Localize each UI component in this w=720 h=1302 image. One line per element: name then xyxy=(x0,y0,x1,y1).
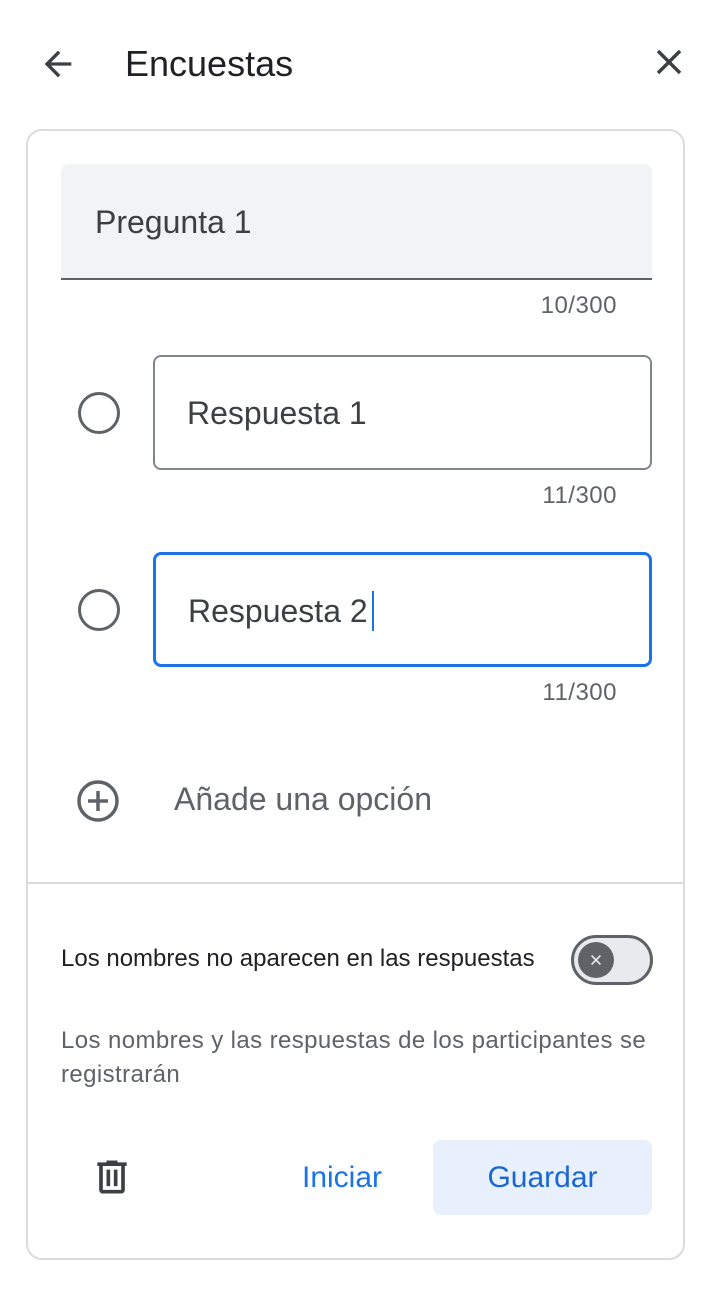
start-button[interactable]: Iniciar xyxy=(278,1141,406,1215)
poll-card: 10/300 11/300 11/300 Añade una opción Lo… xyxy=(26,129,685,1260)
question-char-counter: 10/300 xyxy=(540,292,617,319)
answer-1-field[interactable] xyxy=(153,355,652,470)
answer-1-radio xyxy=(78,392,120,434)
close-button[interactable] xyxy=(645,38,693,86)
anonymous-toggle[interactable] xyxy=(571,935,653,985)
section-divider xyxy=(28,882,683,884)
page-title: Encuestas xyxy=(125,43,294,84)
add-option-button[interactable]: Añade una opción xyxy=(76,777,636,825)
participants-info-text: Los nombres y las respuestas de los part… xyxy=(61,1027,647,1088)
anonymous-toggle-label: Los nombres no aparecen en las respuesta… xyxy=(61,945,535,972)
question-input[interactable] xyxy=(95,202,615,242)
answer-2-char-counter: 11/300 xyxy=(542,679,617,706)
close-small-icon xyxy=(591,955,601,965)
trash-icon xyxy=(97,1160,127,1194)
arrow-back-icon xyxy=(44,50,72,78)
toggle-knob xyxy=(578,942,614,978)
close-icon xyxy=(656,49,682,75)
app-header: Encuestas xyxy=(0,0,720,124)
question-field[interactable] xyxy=(61,164,652,280)
add-circle-icon xyxy=(77,780,119,822)
back-button[interactable] xyxy=(34,40,82,88)
answer-2-field[interactable] xyxy=(153,552,652,667)
answer-2-radio xyxy=(78,589,120,631)
save-button[interactable]: Guardar xyxy=(433,1140,652,1215)
answer-2-input[interactable] xyxy=(188,590,618,632)
answer-1-input[interactable] xyxy=(187,392,617,434)
text-cursor xyxy=(372,591,374,631)
delete-button[interactable] xyxy=(88,1149,136,1205)
add-option-label: Añade una opción xyxy=(174,781,432,817)
answer-1-char-counter: 11/300 xyxy=(542,482,617,509)
